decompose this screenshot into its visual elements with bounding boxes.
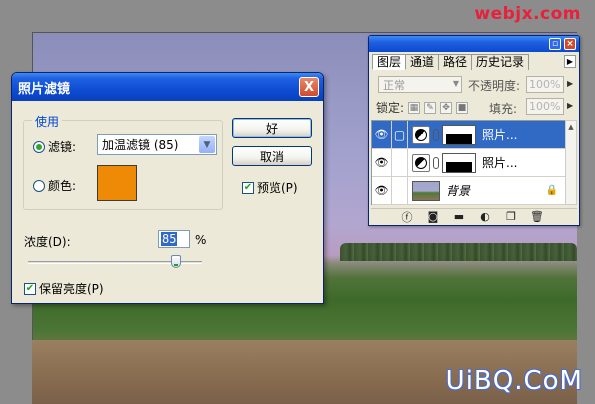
- layer-row-background[interactable]: 👁 背景 🔒: [372, 177, 566, 205]
- preview-checkbox-row[interactable]: ✔ 预览(P): [242, 179, 298, 196]
- opacity-field[interactable]: 100%: [526, 76, 564, 93]
- fill-field[interactable]: 100%: [526, 98, 564, 115]
- color-swatch[interactable]: [97, 165, 137, 201]
- filter-select[interactable]: 加温滤镜 (85) ▼: [97, 134, 217, 155]
- new-layer-icon[interactable]: ❐: [505, 210, 517, 223]
- layer-name: 照片...: [482, 156, 518, 170]
- layer-mask-thumbnail[interactable]: [442, 124, 476, 145]
- filter-radio-row[interactable]: 滤镜:: [33, 138, 76, 155]
- chevron-down-icon[interactable]: ▼: [199, 136, 215, 153]
- layer-name: 背景: [446, 184, 471, 198]
- lock-row: 锁定: ▦ ✎ ✥ ■: [376, 99, 469, 116]
- chevron-down-icon: ▼: [452, 79, 459, 88]
- color-radio-row[interactable]: 颜色:: [33, 177, 76, 194]
- adjustment-layer-icon: [412, 125, 430, 144]
- density-unit: %: [195, 233, 207, 247]
- opacity-label: 不透明度:: [468, 79, 521, 93]
- density-slider-thumb[interactable]: [170, 255, 181, 268]
- color-radio-label: 颜色:: [48, 179, 77, 193]
- add-mask-icon[interactable]: ◙: [427, 210, 439, 223]
- close-icon: X: [303, 79, 315, 95]
- fill-label: 填充:: [489, 102, 518, 116]
- tab-paths[interactable]: 路径: [438, 54, 473, 70]
- opacity-value: 100%: [529, 78, 561, 91]
- palette-toolbar: ⓕ ◙ ▬ ◐ ❐ 🗑: [371, 208, 577, 224]
- adjustment-layer-icon: [412, 153, 430, 172]
- minimize-icon[interactable]: ▫: [549, 38, 561, 50]
- layer-row-photo-filter-1[interactable]: 👁 ▢ 照片...: [372, 121, 566, 149]
- density-label: 浓度(D):: [24, 235, 71, 249]
- preserve-luminosity-checkbox[interactable]: ✔: [24, 282, 36, 295]
- use-group-label: 使用: [32, 113, 63, 130]
- ok-button[interactable]: 好: [232, 118, 312, 138]
- link-cell[interactable]: [392, 149, 408, 176]
- eye-icon[interactable]: 👁: [372, 177, 392, 204]
- lock-brush-icon[interactable]: ✎: [424, 101, 437, 114]
- new-group-icon[interactable]: ▬: [453, 210, 465, 223]
- link-cell[interactable]: [392, 177, 408, 204]
- fill-value: 100%: [529, 100, 561, 113]
- blend-mode-select[interactable]: 正常 ▼: [378, 76, 462, 93]
- photo-tree-line: [340, 243, 577, 261]
- ok-button-label: 好: [265, 121, 278, 136]
- filter-radio[interactable]: [33, 140, 45, 153]
- eye-icon[interactable]: 👁: [372, 149, 392, 176]
- lock-label: 锁定:: [376, 101, 405, 115]
- layers-palette: ▫ × 图层 通道 路径 历史记录 ▶ 正常 ▼ 不透明度: 100% ▶ 锁定…: [368, 35, 580, 226]
- close-button[interactable]: X: [299, 77, 319, 97]
- layer-row-photo-filter-2[interactable]: 👁 照片...: [372, 149, 566, 177]
- cancel-button-label: 取消: [259, 149, 284, 164]
- new-adjustment-icon[interactable]: ◐: [479, 210, 491, 223]
- preview-label: 预览(P): [257, 181, 298, 195]
- watermark-bottom: UiBQ.CoM: [445, 366, 583, 396]
- layer-style-icon[interactable]: ⓕ: [401, 211, 413, 224]
- palette-menu-icon[interactable]: ▶: [564, 55, 576, 68]
- background-thumbnail: [412, 180, 440, 201]
- layer-list-scrollbar[interactable]: ▲: [565, 120, 577, 205]
- trash-icon[interactable]: 🗑: [530, 210, 544, 223]
- layer-list: 👁 ▢ 照片... 👁 照片... 👁 背景 🔒: [371, 120, 567, 205]
- filter-select-value: 加温滤镜 (85): [102, 138, 179, 152]
- lock-icon: 🔒: [545, 185, 558, 196]
- dialog-titlebar[interactable]: 照片滤镜: [12, 73, 323, 101]
- opacity-arrow-icon[interactable]: ▶: [567, 79, 573, 88]
- density-value: 85: [161, 232, 178, 246]
- filter-radio-label: 滤镜:: [48, 140, 77, 154]
- palette-tabs: 图层 通道 路径 历史记录: [372, 54, 530, 70]
- eye-icon[interactable]: 👁: [372, 121, 392, 148]
- scroll-up-icon[interactable]: ▲: [566, 121, 576, 133]
- layer-mask-thumbnail[interactable]: [442, 152, 476, 173]
- preview-checkbox[interactable]: ✔: [242, 181, 254, 194]
- color-radio[interactable]: [33, 179, 45, 192]
- lock-transparency-icon[interactable]: ▦: [408, 101, 421, 114]
- cancel-button[interactable]: 取消: [232, 146, 312, 166]
- chain-link-icon[interactable]: [433, 156, 439, 169]
- watermark-top: webjx.com: [474, 4, 581, 24]
- tab-layers[interactable]: 图层: [372, 54, 407, 70]
- brush-icon[interactable]: ▢: [392, 121, 408, 148]
- lock-all-icon[interactable]: ■: [456, 101, 469, 114]
- tab-channels[interactable]: 通道: [405, 54, 440, 70]
- fill-arrow-icon[interactable]: ▶: [567, 101, 573, 110]
- palette-titlebar[interactable]: [369, 36, 579, 52]
- chain-link-icon[interactable]: [433, 128, 439, 141]
- palette-close-icon[interactable]: ×: [564, 38, 576, 50]
- preserve-luminosity-label: 保留亮度(P): [39, 282, 104, 296]
- density-input[interactable]: 85: [158, 230, 190, 248]
- layer-name: 照片...: [482, 128, 518, 142]
- use-group: 使用 滤镜: 加温滤镜 (85) ▼ 颜色:: [23, 113, 223, 210]
- tab-history[interactable]: 历史记录: [471, 54, 530, 70]
- photo-filter-dialog: 照片滤镜 X 使用 滤镜: 加温滤镜 (85) ▼ 颜色: 好 取消 ✔ 预览(…: [11, 72, 324, 304]
- lock-move-icon[interactable]: ✥: [440, 101, 453, 114]
- preserve-luminosity-row[interactable]: ✔ 保留亮度(P): [24, 280, 104, 297]
- dialog-title: 照片滤镜: [18, 81, 71, 97]
- blend-mode-value: 正常: [383, 78, 405, 92]
